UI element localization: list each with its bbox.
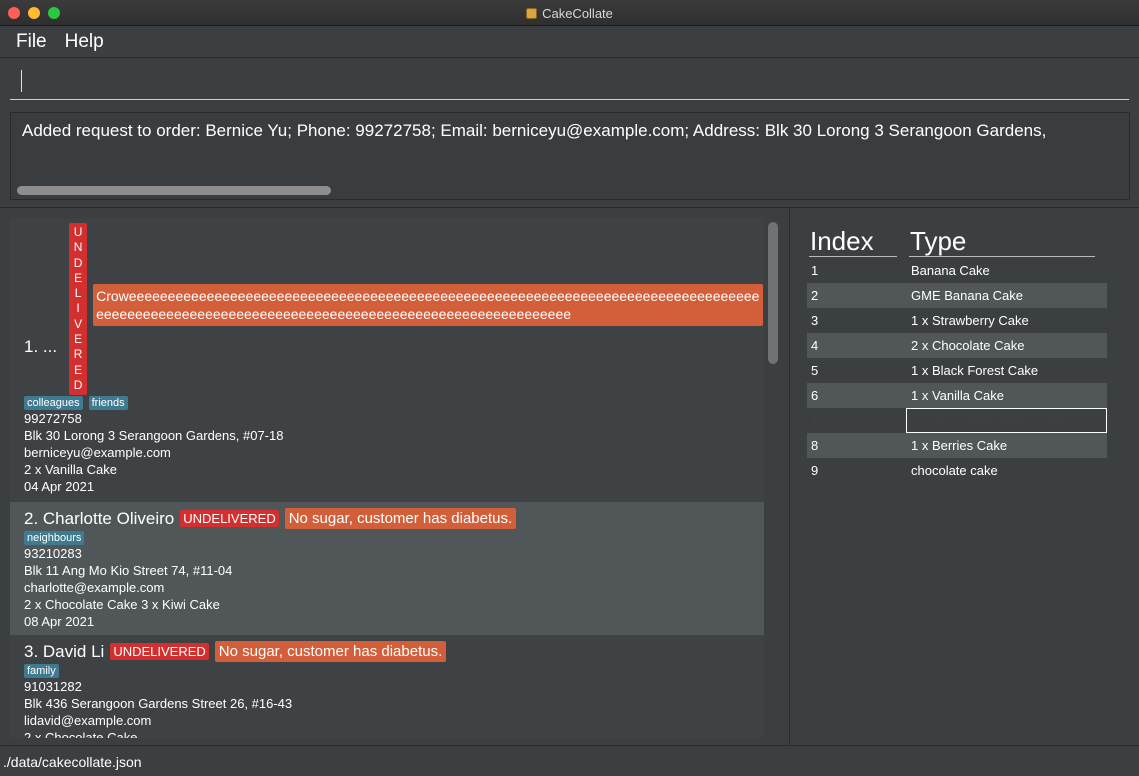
order-card[interactable]: 3. David Li UNDELIVERED No sugar, custom…	[10, 635, 764, 738]
menu-file[interactable]: File	[16, 31, 47, 53]
cake-type[interactable]: 1 x Chocolate Vanilla Cake	[906, 408, 1107, 433]
cake-table-panel: Index Type 1 Banana Cake 2 GME Banana Ca…	[789, 208, 1139, 746]
cake-index: 9	[811, 463, 819, 478]
command-input[interactable]	[10, 67, 1129, 100]
cake-row[interactable]: 8 1 x Berries Cake	[807, 433, 1107, 458]
order-header: 2. Charlotte Oliveiro UNDELIVERED No sug…	[24, 508, 517, 529]
cake-row-selected[interactable]: 7 1 x Chocolate Vanilla Cake	[807, 408, 1107, 433]
data-file-path: ./data/cakecollate.json	[3, 754, 142, 770]
request-tag: No sugar, customer has diabetus.	[284, 508, 517, 529]
tag: neighbours	[24, 531, 85, 545]
order-index-name: 1. ...	[24, 337, 58, 357]
order-cakes: 2 x Chocolate Cake	[24, 730, 138, 738]
result-horizontal-scrollbar[interactable]	[17, 186, 331, 195]
cake-type: 1 x Strawberry Cake	[911, 313, 1029, 328]
request-tag: No sugar, customer has diabetus.	[214, 641, 447, 662]
cake-row[interactable]: 9 chocolate cake	[807, 458, 1107, 483]
cake-index: 8	[811, 438, 819, 453]
cake-type: 2 x Chocolate Cake	[911, 338, 1025, 353]
result-display[interactable]: Added request to order: Bernice Yu; Phon…	[10, 112, 1130, 200]
window-title-wrap: CakeCollate	[0, 0, 1139, 26]
cake-row[interactable]: 3 1 x Strawberry Cake	[807, 308, 1107, 333]
cake-row[interactable]: 5 1 x Black Forest Cake	[807, 358, 1107, 383]
address: Blk 11 Ang Mo Kio Street 74, #11-04	[24, 563, 233, 578]
app-icon	[526, 7, 538, 19]
column-header-type[interactable]: Type	[909, 226, 1095, 257]
cake-index: 5	[811, 363, 819, 378]
cake-row[interactable]: 4 2 x Chocolate Cake	[807, 333, 1107, 358]
cake-type: GME Banana Cake	[911, 288, 1024, 303]
cake-row[interactable]: 6 1 x Vanilla Cake	[807, 383, 1107, 408]
tag: family	[24, 664, 59, 678]
order-list-scrollbar[interactable]	[766, 218, 780, 738]
status-bar: ./data/cakecollate.json	[0, 745, 1139, 776]
text-caret	[21, 70, 22, 92]
address: Blk 436 Serangoon Gardens Street 26, #16…	[24, 696, 293, 711]
delivery-date: 08 Apr 2021	[24, 614, 95, 629]
cake-index: 4	[811, 338, 819, 353]
title-bar: CakeCollate	[0, 0, 1139, 26]
column-header-index[interactable]: Index	[809, 226, 897, 257]
order-card[interactable]: 1. ... U N D E L I V E R E D Croweeeeeee…	[10, 218, 764, 502]
tag-list: neighbours	[24, 531, 232, 545]
address: Blk 30 Lorong 3 Serangoon Gardens, #07-1…	[24, 428, 284, 443]
order-header: 3. David Li UNDELIVERED No sugar, custom…	[24, 641, 447, 662]
cake-type: 1 x Black Forest Cake	[911, 363, 1039, 378]
command-box	[0, 59, 1139, 105]
menu-bar: File Help	[0, 26, 1139, 58]
window-title: CakeCollate	[542, 5, 613, 21]
phone: 99272758	[24, 411, 82, 426]
main-area: 1. ... U N D E L I V E R E D Croweeeeeee…	[0, 207, 1139, 746]
request-tag: Croweeeeeeeeeeeeeeeeeeeeeeeeeeeeeeeeeeee…	[93, 284, 764, 327]
order-list-scroll-thumb[interactable]	[768, 222, 778, 364]
result-message: Added request to order: Bernice Yu; Phon…	[22, 121, 1047, 140]
tag: colleagues	[24, 396, 83, 410]
order-cakes: 2 x Chocolate Cake 3 x Kiwi Cake	[24, 597, 220, 612]
menu-help[interactable]: Help	[65, 31, 104, 53]
phone: 91031282	[24, 679, 82, 694]
cake-index: 2	[811, 288, 819, 303]
order-list[interactable]: 1. ... U N D E L I V E R E D Croweeeeeee…	[10, 218, 764, 738]
cake-type: 1 x Vanilla Cake	[911, 388, 1004, 403]
cake-index: 3	[811, 313, 819, 328]
delivery-date: 04 Apr 2021	[24, 479, 95, 494]
tag-list: colleagues friends	[24, 396, 283, 410]
tag-list: family	[24, 664, 292, 678]
cake-table-header: Index Type	[807, 226, 1107, 258]
status-badge: U N D E L I V E R E D	[69, 223, 88, 396]
cake-index: 6	[811, 388, 819, 403]
status-badge: UNDELIVERED	[110, 643, 209, 660]
cake-type: Banana Cake	[911, 263, 990, 278]
order-header: 1. ... U N D E L I V E R E D Croweeeeeee…	[24, 223, 764, 396]
email: charlotte@example.com	[24, 580, 165, 595]
cake-type: 1 x Berries Cake	[911, 438, 1008, 453]
cake-type: chocolate cake	[911, 463, 998, 478]
order-cakes: 2 x Vanilla Cake	[24, 462, 117, 477]
cake-index: 7	[811, 413, 819, 428]
cake-row[interactable]: 2 GME Banana Cake	[807, 283, 1107, 308]
email: berniceyu@example.com	[24, 445, 171, 460]
tag: friends	[88, 396, 128, 410]
phone: 93210283	[24, 546, 82, 561]
order-list-panel: 1. ... U N D E L I V E R E D Croweeeeeee…	[10, 218, 780, 738]
cake-index: 1	[811, 263, 819, 278]
order-card[interactable]: 2. Charlotte Oliveiro UNDELIVERED No sug…	[10, 502, 764, 635]
cake-row[interactable]: 1 Banana Cake	[807, 258, 1107, 283]
email: lidavid@example.com	[24, 713, 152, 728]
status-badge: UNDELIVERED	[180, 510, 279, 527]
order-index-name: 3. David Li	[24, 641, 105, 661]
order-index-name: 2. Charlotte Oliveiro	[24, 508, 175, 528]
cake-table-body: 1 Banana Cake 2 GME Banana Cake 3 1 x St…	[807, 258, 1107, 483]
